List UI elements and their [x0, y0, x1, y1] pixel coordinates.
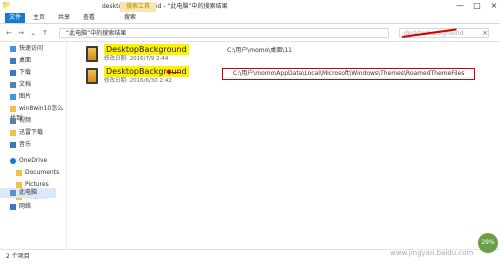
video-icon: [10, 117, 16, 124]
sidebar-item-pictures[interactable]: 图片: [10, 92, 31, 102]
up-icon[interactable]: ↑: [40, 28, 50, 38]
folder-icon: [16, 181, 22, 188]
cloud-icon: [10, 157, 16, 164]
back-icon[interactable]: ←: [4, 28, 14, 38]
download-icon: [10, 69, 16, 76]
address-path: “此电脑”中的搜索结果: [66, 30, 127, 37]
sidebar-item-this-pc-label[interactable]: 此电脑: [0, 188, 56, 198]
folder-icon: [10, 129, 16, 136]
search-tools-label[interactable]: 搜索工具: [120, 2, 157, 12]
sidebar-item-documents[interactable]: 文档: [10, 80, 31, 90]
list-item[interactable]: DesktopBackground 修改日期: 2016/7/9 2:44 C:…: [72, 44, 472, 66]
folder-icon: [10, 105, 16, 112]
computer-icon: [10, 189, 16, 196]
sidebar-item-music[interactable]: 音乐: [10, 140, 31, 150]
sidebar-item-thunder[interactable]: 迅雷下载: [10, 128, 43, 138]
sidebar-item-onedrive[interactable]: OneDrive: [10, 156, 47, 166]
sidebar-item-quick-access[interactable]: 快速访问: [10, 44, 43, 54]
star-icon: [10, 45, 16, 52]
sidebar-item-downloads[interactable]: 下载: [10, 68, 31, 78]
folder-icon: 📁: [2, 1, 11, 9]
tab-search[interactable]: 搜索: [120, 13, 140, 23]
ribbon-tabs: 文件 主页 共享 查看 搜索: [0, 13, 500, 24]
sidebar-item-onedrive-documents[interactable]: Documents: [16, 168, 59, 178]
file-meta: 修改日期: 2016/6/30 2:42: [104, 78, 172, 84]
address-bar[interactable]: “此电脑”中的搜索结果: [59, 28, 389, 38]
status-count: 2 个项目: [6, 253, 30, 260]
music-icon: [10, 141, 16, 148]
progress-badge: 29%: [478, 233, 498, 253]
picture-icon: [10, 93, 16, 100]
sidebar-item-folder[interactable]: win8win10怎么找到: [10, 104, 66, 122]
tab-view[interactable]: 查看: [80, 13, 98, 23]
file-name: DesktopBackground: [104, 44, 189, 55]
sidebar-item-videos[interactable]: 视频: [10, 116, 31, 126]
file-icon: [86, 46, 98, 62]
list-item[interactable]: DesktopBackground 修改日期: 2016/6/30 2:42 C…: [72, 66, 476, 88]
tab-home[interactable]: 主页: [30, 13, 48, 23]
file-icon: [86, 68, 98, 84]
tab-file[interactable]: 文件: [5, 13, 25, 23]
maximize-icon[interactable]: □: [472, 1, 482, 11]
title-bar: 📁 desktopbackground - “此电脑”中的搜索结果 搜索工具 —…: [0, 0, 500, 13]
file-path: C:\用户\momo\AppData\Local\Microsoft\Windo…: [222, 68, 476, 80]
recent-icon[interactable]: ⌄: [28, 28, 38, 38]
file-meta: 修改日期: 2016/7/9 2:44: [104, 56, 169, 62]
document-icon: [10, 81, 16, 88]
network-icon: [10, 203, 16, 210]
folder-icon: [16, 169, 22, 176]
sidebar-item-network[interactable]: 网络: [10, 202, 31, 212]
minimize-icon[interactable]: —: [455, 1, 465, 11]
search-clear-icon[interactable]: ×: [480, 28, 490, 38]
close-icon[interactable]: ×: [489, 1, 499, 11]
navigation-pane: 快速访问 桌面 下载 文档 图片 win8win10怎么找到 视频 迅雷下载 音…: [0, 42, 67, 249]
tab-share[interactable]: 共享: [55, 13, 73, 23]
forward-icon[interactable]: →: [16, 28, 26, 38]
sidebar-item-desktop[interactable]: 桌面: [10, 56, 31, 66]
file-path: C:\用户\momo\桌面\11: [227, 47, 292, 54]
search-results: DesktopBackground 修改日期: 2016/7/9 2:44 C:…: [67, 42, 500, 249]
annotation-arrow: [166, 69, 180, 75]
desktop-icon: [10, 57, 16, 64]
